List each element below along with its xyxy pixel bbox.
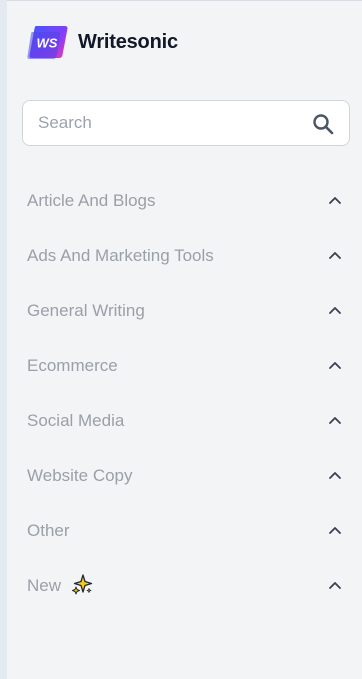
category-label: New [27, 576, 62, 595]
brand-name: Writesonic [78, 30, 178, 53]
category-ads-and-marketing-tools[interactable]: Ads And Marketing Tools [0, 228, 362, 283]
sparkle-icon [72, 574, 93, 595]
category-list: Article And Blogs Ads And Marketing Tool… [0, 173, 362, 613]
category-label: Website Copy [27, 466, 133, 485]
search-input[interactable] [23, 101, 308, 145]
category-label: Other [27, 521, 70, 540]
chevron-up-icon[interactable] [328, 360, 342, 370]
category-website-copy[interactable]: Website Copy [0, 448, 362, 503]
chevron-up-icon[interactable] [328, 525, 342, 535]
search-icon[interactable] [311, 112, 335, 136]
category-other[interactable]: Other [0, 503, 362, 558]
chevron-up-icon[interactable] [328, 305, 342, 315]
category-label: Article And Blogs [27, 191, 156, 210]
logo-text: WS [37, 36, 58, 51]
category-label: Ecommerce [27, 356, 118, 375]
chevron-up-icon[interactable] [328, 470, 342, 480]
category-new[interactable]: New [0, 558, 362, 613]
top-divider [7, 0, 362, 1]
category-ecommerce[interactable]: Ecommerce [0, 338, 362, 393]
category-social-media[interactable]: Social Media [0, 393, 362, 448]
category-label: General Writing [27, 301, 145, 320]
category-label: Ads And Marketing Tools [27, 246, 214, 265]
search-box[interactable] [22, 100, 350, 146]
category-article-and-blogs[interactable]: Article And Blogs [0, 173, 362, 228]
category-label: Social Media [27, 411, 125, 430]
writesonic-logo: WS [27, 26, 68, 59]
chevron-up-icon[interactable] [328, 415, 342, 425]
chevron-up-icon[interactable] [328, 195, 342, 205]
chevron-up-icon[interactable] [328, 580, 342, 590]
category-general-writing[interactable]: General Writing [0, 283, 362, 338]
chevron-up-icon[interactable] [328, 250, 342, 260]
brand-header[interactable]: WS Writesonic [27, 22, 178, 62]
